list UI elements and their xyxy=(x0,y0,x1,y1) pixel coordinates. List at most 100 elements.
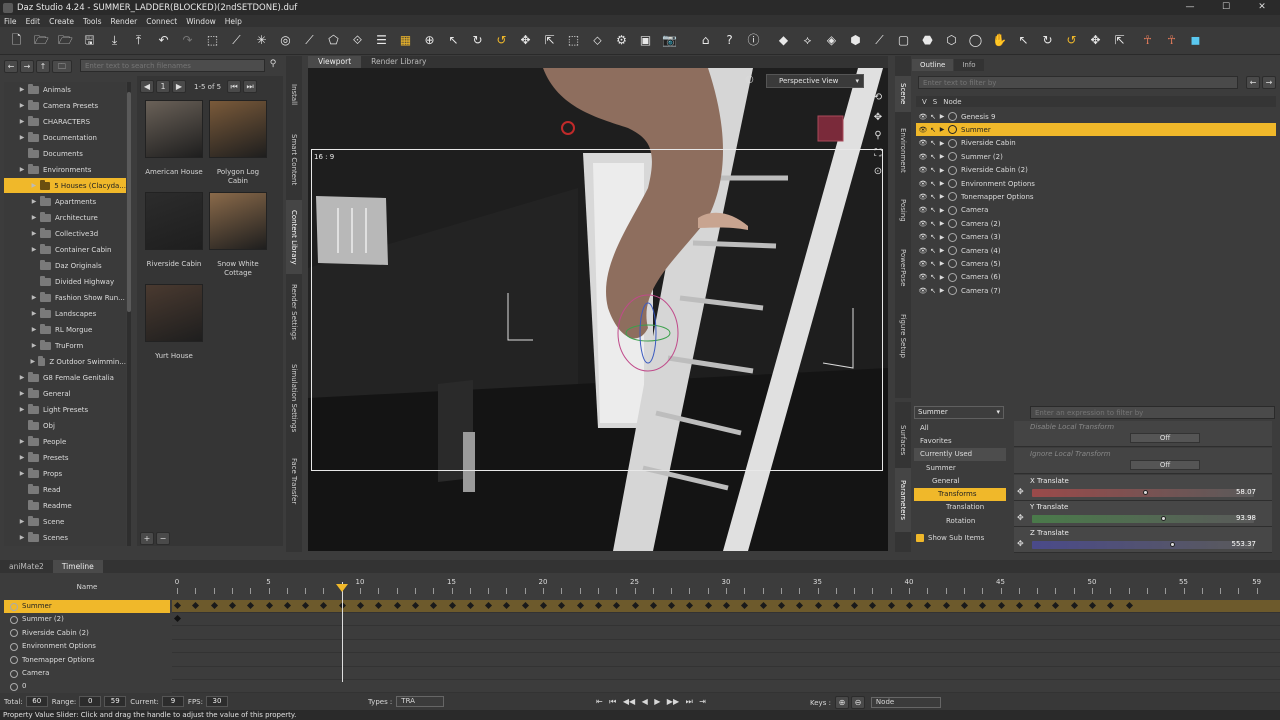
tree-item[interactable]: ▶ Container Cabin xyxy=(4,242,126,257)
scale-view-icon[interactable]: ⇱ xyxy=(1112,33,1127,48)
expand-arrow-icon[interactable]: ▶ xyxy=(938,274,946,281)
range-end-input[interactable]: 59 xyxy=(104,696,127,707)
asset-thumbnail[interactable]: Snow White Cottage xyxy=(206,192,270,278)
filename-search-input[interactable] xyxy=(80,59,265,72)
keyframe-marker[interactable] xyxy=(814,601,822,610)
tree-item[interactable]: ▶ Environments xyxy=(4,162,126,177)
tree-item[interactable]: ▶ Fashion Show Run... xyxy=(4,290,126,305)
visibility-eye-icon[interactable]: 👁 xyxy=(918,139,928,147)
surface-selection-icon[interactable]: ◎ xyxy=(278,33,293,48)
tree-item[interactable]: ▶ RL Morgue xyxy=(4,322,126,337)
query-icon[interactable]: ? xyxy=(722,33,737,48)
keyframe-marker[interactable] xyxy=(283,601,291,610)
slider-value[interactable]: 553.37 xyxy=(1232,540,1257,548)
tab-timeline[interactable]: Timeline xyxy=(52,560,103,573)
keyframe-marker[interactable] xyxy=(411,601,419,610)
menu-tools[interactable]: Tools xyxy=(83,17,101,26)
keyframe-marker[interactable] xyxy=(210,601,218,610)
viewport-pan-icon[interactable]: ✥ xyxy=(872,112,884,124)
add-key-icon[interactable]: ⊕ xyxy=(834,696,849,709)
tree-item[interactable]: Read xyxy=(4,482,126,497)
timeline-row[interactable]: Summer xyxy=(4,600,170,613)
expand-arrow-icon[interactable]: ▶ xyxy=(938,260,946,267)
asset-thumbnail[interactable]: Riverside Cabin xyxy=(142,192,206,269)
tab-simulation-settings[interactable]: Simulation Settings xyxy=(286,352,302,444)
camera-icon[interactable]: 📷 xyxy=(662,33,677,48)
visibility-eye-icon[interactable]: 👁 xyxy=(918,287,928,295)
tab-scene[interactable]: Scene xyxy=(895,76,911,112)
keyframe-marker[interactable] xyxy=(1034,601,1042,610)
tab-smart-content[interactable]: Smart Content xyxy=(286,124,302,196)
tree-scrollbar-thumb[interactable] xyxy=(127,92,131,312)
pin-icon[interactable]: ⬢ xyxy=(848,33,863,48)
tab-outline[interactable]: Outline xyxy=(912,59,954,71)
playback-button[interactable]: ⏭ xyxy=(686,696,693,707)
fps-input[interactable]: 30 xyxy=(205,696,228,707)
asset-preview-image[interactable] xyxy=(209,192,267,250)
tab-render-library[interactable]: Render Library xyxy=(361,56,436,68)
up-arrow-icon[interactable]: ↑ xyxy=(36,60,50,73)
move-handle-icon[interactable]: ✥ xyxy=(1017,513,1024,522)
keyframe-marker[interactable] xyxy=(905,601,914,610)
page-number[interactable]: 1 xyxy=(156,80,170,93)
timeline-track[interactable] xyxy=(172,640,1280,654)
scene-node-row[interactable]: 👁 ↖ ▶ Camera xyxy=(916,204,1276,217)
visibility-eye-icon[interactable]: 👁 xyxy=(918,247,928,255)
keyframe-marker[interactable] xyxy=(576,601,584,610)
joint-editor-icon[interactable]: ⟋ xyxy=(229,33,244,48)
tab-viewport[interactable]: Viewport xyxy=(308,56,362,68)
asset-preview-image[interactable] xyxy=(209,100,267,158)
keyframe-marker[interactable] xyxy=(1088,601,1097,610)
tree-scrollbar[interactable] xyxy=(127,82,131,546)
keyframe-marker[interactable] xyxy=(228,601,236,610)
slider-handle[interactable] xyxy=(1169,542,1175,547)
timeline-track[interactable] xyxy=(172,667,1280,680)
keyframe-marker[interactable] xyxy=(503,601,511,610)
selectable-icon[interactable]: ↖ xyxy=(928,166,938,174)
rotate-icon[interactable]: ↻ xyxy=(470,33,485,48)
expand-arrow-icon[interactable]: ▶ xyxy=(938,234,946,241)
expand-arrow-icon[interactable]: ▶ xyxy=(30,246,38,253)
tree-item[interactable]: Daz Originals xyxy=(4,258,126,273)
move-view-icon[interactable]: ✥ xyxy=(1088,33,1103,48)
playback-button[interactable]: ▶▶ xyxy=(667,696,679,707)
scene-filter-input[interactable] xyxy=(918,76,1238,89)
tree-item[interactable]: Divided Highway xyxy=(4,274,126,289)
viewport-zoom-icon[interactable]: ⚲ xyxy=(872,130,884,142)
move-handle-icon[interactable]: ✥ xyxy=(1017,487,1024,496)
keyframe-marker[interactable] xyxy=(1125,601,1133,610)
parameter-category[interactable]: Favorites xyxy=(914,435,1006,448)
property-toggle-button[interactable]: Off xyxy=(1130,433,1200,443)
timeline-track[interactable] xyxy=(172,600,1280,613)
keyframe-marker[interactable] xyxy=(741,601,749,610)
keyframe-marker[interactable] xyxy=(631,601,639,610)
timeline-row[interactable]: Tonemapper Options xyxy=(4,654,170,667)
keyframe-marker[interactable] xyxy=(192,601,200,610)
visibility-eye-icon[interactable]: 👁 xyxy=(918,193,928,201)
selectable-icon[interactable]: ↖ xyxy=(928,260,938,268)
playback-button[interactable]: ◀ xyxy=(642,696,648,707)
parameter-category[interactable]: Summer xyxy=(914,462,1006,475)
keyframe-marker[interactable] xyxy=(320,601,328,610)
visibility-eye-icon[interactable]: 👁 xyxy=(918,206,928,214)
move-handle-icon[interactable]: ✥ xyxy=(1017,539,1024,548)
keyframe-marker[interactable] xyxy=(832,601,840,610)
parameter-category[interactable]: All xyxy=(914,422,1006,435)
dforce-icon[interactable]: ◼ xyxy=(1188,33,1203,48)
parameters-node-select[interactable]: Summer xyxy=(914,406,1004,419)
geometry-editor-icon[interactable]: ⟋ xyxy=(302,33,317,48)
keyframe-marker[interactable] xyxy=(979,601,987,610)
slider-value[interactable]: 58.07 xyxy=(1236,488,1256,496)
keyframe-marker[interactable] xyxy=(430,601,438,610)
undo-icon[interactable]: ↶ xyxy=(156,33,171,48)
tree-item[interactable]: ▶ Presets xyxy=(4,450,126,465)
expand-arrow-icon[interactable]: ▶ xyxy=(18,454,26,461)
parameter-category[interactable]: Translation xyxy=(914,501,1006,514)
keyframe-marker[interactable] xyxy=(356,601,365,610)
expand-arrow-icon[interactable]: ▶ xyxy=(938,180,946,187)
transform-icon[interactable]: ⬦ xyxy=(590,33,605,48)
keyframe-marker[interactable] xyxy=(1015,601,1023,610)
playback-button[interactable]: ⇥ xyxy=(699,696,706,707)
expand-arrow-icon[interactable]: ▶ xyxy=(18,374,26,381)
align-icon[interactable]: ☰ xyxy=(374,33,389,48)
